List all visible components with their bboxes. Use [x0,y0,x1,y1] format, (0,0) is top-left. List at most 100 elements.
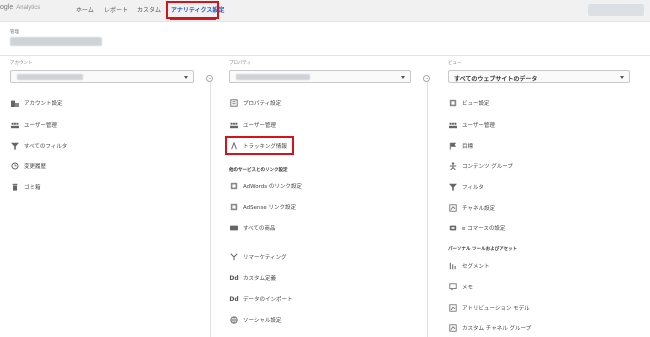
view-select[interactable]: すべてのウェブサイトのデータ [448,70,630,83]
users-icon [10,121,20,129]
product-linking-heading: 他のサービスとのリンク設定 [229,168,288,173]
item-label: ユーザー管理 [243,123,276,129]
flag-icon [448,142,458,150]
all-filters-link[interactable]: すべてのフィルタ [10,140,67,152]
goals-link[interactable]: 目標 [448,140,473,152]
account-collapse-icon[interactable] [206,75,213,82]
nav-custom[interactable]: カスタム [137,5,161,14]
highlight-box-tracking [225,136,294,155]
item-label: AdWords のリンク設定 [243,184,302,190]
item-label: AdSense リンク設定 [243,205,297,211]
view-filters-link[interactable]: フィルタ [448,181,484,193]
view-settings-link[interactable]: ビュー設定 [448,97,490,109]
item-label: リマーケティング [243,255,287,261]
item-label: すべてのフィルタ [24,144,68,150]
account-user-management-link[interactable]: ユーザー管理 [10,119,57,131]
document-icon [229,182,239,190]
item-label: アカウント設定 [24,101,63,107]
custom-channel-groupings-link[interactable]: カスタム チャネル グループ [448,322,531,334]
remarketing-icon [229,253,239,261]
column-divider [210,82,211,337]
nav-home[interactable]: ホーム [76,5,94,14]
adsense-linking-link[interactable]: AdSense リンク設定 [229,201,296,213]
document-icon [448,99,458,107]
ga-logo[interactable]: ogle Analytics [0,4,40,11]
remarketing-link[interactable]: リマーケティング [229,251,287,263]
property-select-redacted [236,74,310,80]
item-label: ビュー設定 [462,101,490,107]
item-label: カスタム定義 [243,276,277,282]
account-name-redacted [10,37,102,46]
chevron-down-icon [620,76,624,79]
item-label: e コマースの設定 [462,226,506,232]
channel-icon [448,204,458,212]
item-label: すべての商品 [243,226,276,232]
item-label: ユーザー管理 [462,123,495,129]
item-label: プロパティ設定 [243,101,282,107]
view-user-management-link[interactable]: ユーザー管理 [448,119,495,131]
filter-icon [448,183,458,191]
document-icon [229,99,239,107]
item-label: ゴミ箱 [24,185,41,191]
account-label: アカウント [10,61,33,66]
item-label: カスタム チャネル グループ [462,326,532,332]
attribution-models-link[interactable]: アトリビューション モデル [448,302,530,314]
item-label: セグメント [462,264,490,270]
item-label: フィルタ [462,185,484,191]
change-history-link[interactable]: 変更履歴 [10,160,46,172]
products-icon [229,224,239,232]
users-icon [448,121,458,129]
adwords-linking-link[interactable]: AdWords のリンク設定 [229,180,302,192]
all-products-link[interactable]: すべての商品 [229,222,275,234]
cart-icon [448,224,458,232]
account-select-redacted [17,74,83,80]
data-import-link[interactable]: Dd データのインポート [229,293,292,305]
ecommerce-settings-link[interactable]: e コマースの設定 [448,222,505,234]
property-user-management-link[interactable]: ユーザー管理 [229,119,276,131]
attribution-icon [448,304,458,312]
building-icon [10,99,20,107]
filter-icon [10,142,20,150]
item-label: 変更履歴 [24,164,47,170]
highlight-box-admin [166,1,219,19]
trash-icon [10,183,20,191]
logo-product: Analytics [16,5,41,11]
nav-reports[interactable]: レポート [104,5,128,14]
personal-tools-heading: パーソナル ツールおよびアセット [448,247,517,252]
account-select[interactable] [10,70,194,83]
item-label: コンテンツ グループ [462,164,513,170]
property-label: プロパティ [229,61,252,66]
globe-icon [229,316,239,324]
note-icon [448,283,458,291]
social-settings-link[interactable]: ソーシャル設定 [229,314,281,326]
history-icon [10,162,20,170]
view-select-value: すべてのウェブサイトのデータ [454,76,538,83]
admin-label: 管理 [10,30,19,35]
view-label: ビュー [448,61,462,66]
segments-link[interactable]: セグメント [448,260,490,272]
person-icon [448,162,458,170]
channel-settings-link[interactable]: チャネル設定 [448,202,495,214]
dd-icon: Dd [229,274,239,282]
item-label: 目標 [462,144,474,150]
channel-icon [448,324,458,332]
item-label: チャネル設定 [462,206,495,212]
trash-link[interactable]: ゴミ箱 [10,181,41,193]
dd-icon: Dd [229,295,239,303]
annotations-link[interactable]: メモ [448,281,473,293]
top-bar: ogle Analytics ホーム レポート カスタム アナリティクス設定 [0,0,650,22]
chevron-down-icon [401,76,405,79]
item-label: ユーザー管理 [24,123,57,129]
header-divider [0,55,650,56]
property-collapse-icon[interactable] [423,75,430,82]
property-settings-link[interactable]: プロパティ設定 [229,97,281,109]
content-grouping-link[interactable]: コンテンツ グループ [448,160,513,172]
document-icon [229,203,239,211]
item-label: アトリビューション モデル [462,306,530,312]
property-select[interactable] [229,70,411,83]
account-switcher[interactable] [588,4,644,16]
item-label: メモ [462,285,474,291]
custom-definitions-link[interactable]: Dd カスタム定義 [229,272,276,284]
users-icon [229,121,239,129]
account-settings-link[interactable]: アカウント設定 [10,97,63,109]
